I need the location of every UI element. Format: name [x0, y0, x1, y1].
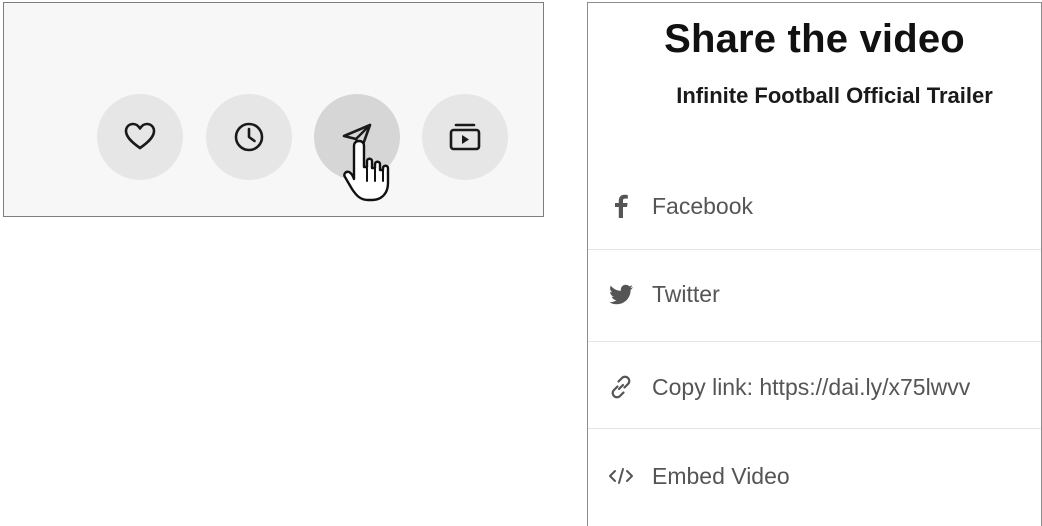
video-title: Infinite Football Official Trailer [676, 83, 993, 108]
paper-plane-icon [342, 123, 372, 152]
divider [588, 341, 1041, 342]
video-action-bar [3, 2, 544, 217]
facebook-icon [615, 194, 628, 218]
link-icon [611, 375, 631, 399]
twitter-icon [609, 284, 633, 305]
embed-video-button[interactable]: Embed Video [588, 433, 1041, 519]
copy-link-label: Copy link: https://dai.ly/x75lwvv [652, 373, 971, 400]
facebook-label: Facebook [652, 192, 754, 219]
clock-icon [234, 122, 264, 152]
divider [588, 249, 1041, 250]
twitter-label: Twitter [652, 280, 720, 307]
share-dialog: Share the video Infinite Football Offici… [587, 2, 1042, 526]
code-icon [609, 468, 633, 484]
copy-link-button[interactable]: Copy link: https://dai.ly/x75lwvv [588, 344, 1041, 430]
share-button[interactable] [314, 94, 400, 180]
watch-later-button[interactable] [206, 94, 292, 180]
embed-video-label: Embed Video [652, 462, 790, 489]
heart-icon [124, 122, 156, 150]
divider [588, 428, 1041, 429]
share-title: Share the video [664, 17, 965, 61]
share-twitter[interactable]: Twitter [588, 251, 1041, 337]
share-facebook[interactable]: Facebook [588, 163, 1041, 249]
like-button[interactable] [97, 94, 183, 180]
add-to-playlist-button[interactable] [422, 94, 508, 180]
screenshot-canvas: Share the video Infinite Football Offici… [0, 0, 1042, 526]
playlist-icon [449, 123, 481, 151]
